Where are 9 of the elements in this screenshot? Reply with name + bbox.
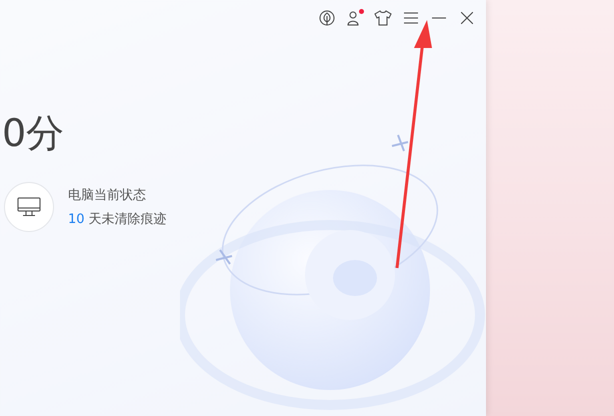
shirt-icon[interactable]: [374, 9, 392, 27]
user-icon[interactable]: [346, 9, 364, 27]
days-count: 10: [68, 212, 85, 227]
status-text: 天未清除痕迹: [88, 212, 167, 227]
score-text: 0分: [2, 110, 64, 156]
status-title: 电脑当前状态: [68, 187, 147, 204]
monitor-icon: [17, 197, 41, 217]
close-icon[interactable]: [458, 9, 476, 27]
leaf-icon[interactable]: [318, 9, 336, 27]
